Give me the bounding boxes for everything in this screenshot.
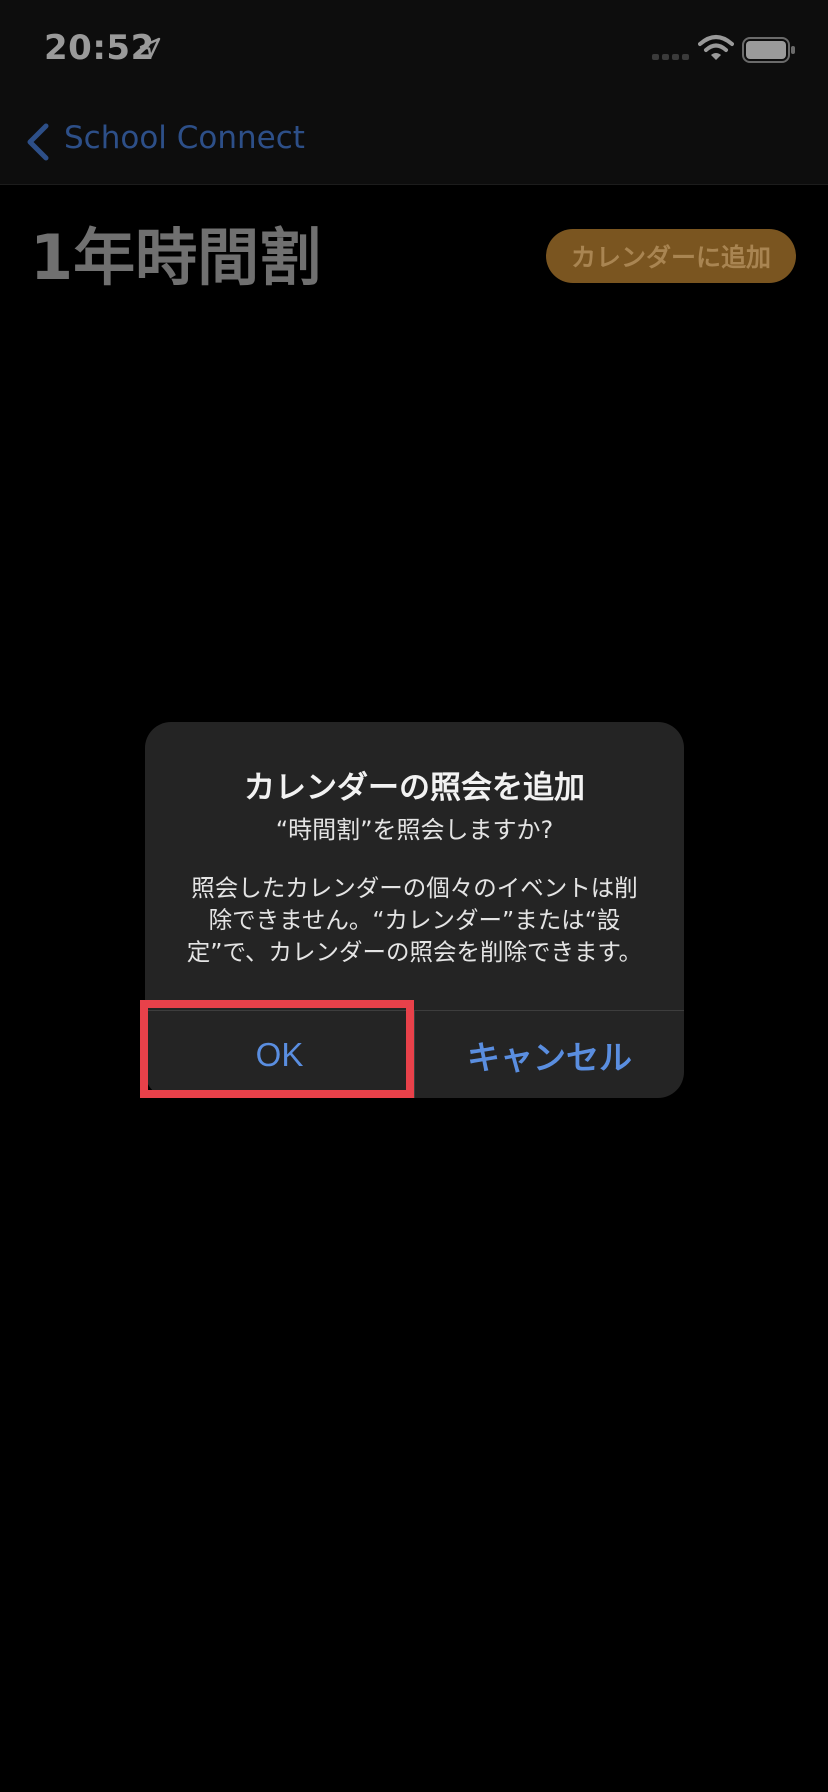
status-bar: 20:52 <box>0 0 828 96</box>
back-button[interactable]: School Connect <box>64 120 305 156</box>
navigation-bar: School Connect <box>0 96 828 185</box>
add-to-calendar-button[interactable]: カレンダーに追加 <box>546 229 796 283</box>
alert-message: 照会したカレンダーの個々のイベントは削 除できません。“カレンダー”または“設 … <box>175 872 654 968</box>
chevron-left-icon[interactable] <box>22 122 52 162</box>
page-title: 1年時間割 <box>30 221 322 294</box>
alert-message-line: 定”で、カレンダーの照会を削除できます。 <box>186 938 643 966</box>
location-arrow-icon <box>139 37 161 59</box>
alert-message-line: 除できません。“カレンダー”または“設 <box>208 906 621 934</box>
cancel-button[interactable]: キャンセル <box>415 1011 684 1098</box>
alert-title: カレンダーの照会を追加 <box>244 770 585 806</box>
alert-message-line: 照会したカレンダーの個々のイベントは削 <box>191 874 638 902</box>
cell-signal-icon <box>652 54 689 60</box>
alert-subtitle: “時間割”を照会しますか? <box>275 816 554 844</box>
battery-icon <box>742 37 795 63</box>
highlight-box <box>140 1000 414 1098</box>
wifi-icon <box>698 35 734 60</box>
screen: 20:52 School Connect 1年時間割 カレンダーに追加 カレンダ… <box>0 0 828 1792</box>
